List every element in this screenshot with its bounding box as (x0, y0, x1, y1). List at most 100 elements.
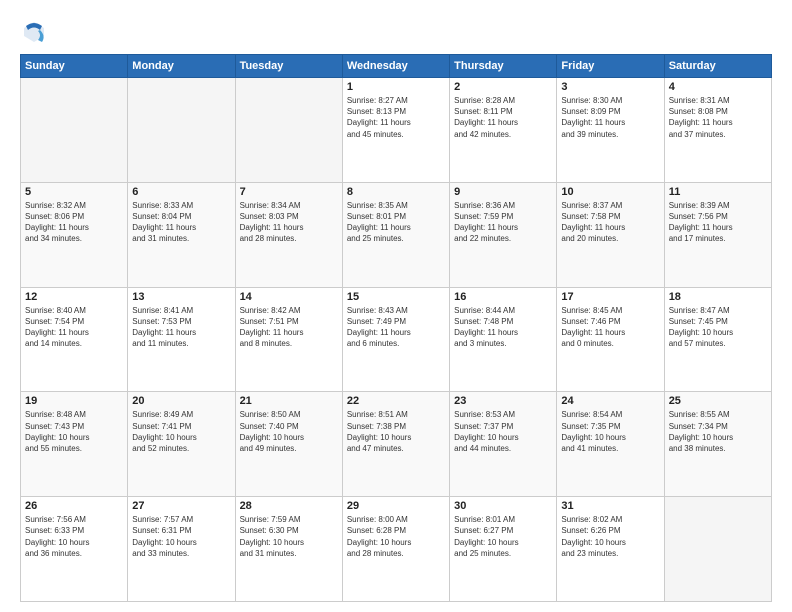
calendar-cell (235, 78, 342, 183)
day-number: 19 (25, 395, 123, 407)
day-number: 5 (25, 186, 123, 198)
day-number: 31 (561, 500, 659, 512)
day-number: 17 (561, 291, 659, 303)
weekday-header-friday: Friday (557, 55, 664, 78)
weekday-header-sunday: Sunday (21, 55, 128, 78)
day-info: Sunrise: 8:43 AM Sunset: 7:49 PM Dayligh… (347, 305, 445, 350)
calendar-cell: 22 Sunrise: 8:51 AM Sunset: 7:38 PM Dayli… (342, 392, 449, 497)
day-number: 14 (240, 291, 338, 303)
day-number: 6 (132, 186, 230, 198)
day-info: Sunrise: 8:50 AM Sunset: 7:40 PM Dayligh… (240, 409, 338, 454)
day-number: 1 (347, 81, 445, 93)
day-info: Sunrise: 8:40 AM Sunset: 7:54 PM Dayligh… (25, 305, 123, 350)
day-info: Sunrise: 8:33 AM Sunset: 8:04 PM Dayligh… (132, 200, 230, 245)
day-info: Sunrise: 8:54 AM Sunset: 7:35 PM Dayligh… (561, 409, 659, 454)
calendar-cell: 2Sunrise: 8:28 AM Sunset: 8:11 PM Daylig… (450, 78, 557, 183)
calendar-cell: 1 Sunrise: 8:27 AM Sunset: 8:13 PM Daylig… (342, 78, 449, 183)
calendar-cell: 3 Sunrise: 8:30 AM Sunset: 8:09 PM Daylig… (557, 78, 664, 183)
day-info: Sunrise: 8:47 AM Sunset: 7:45 PM Dayligh… (669, 305, 767, 350)
day-number: 4 (669, 81, 767, 93)
calendar-cell: 6 Sunrise: 8:33 AM Sunset: 8:04 PM Daylig… (128, 182, 235, 287)
day-info: Sunrise: 8:32 AM Sunset: 8:06 PM Dayligh… (25, 200, 123, 245)
day-number: 24 (561, 395, 659, 407)
header (20, 18, 772, 46)
day-number: 20 (132, 395, 230, 407)
day-number: 18 (669, 291, 767, 303)
calendar-cell: 21 Sunrise: 8:50 AM Sunset: 7:40 PM Dayli… (235, 392, 342, 497)
calendar-cell: 11Sunrise: 8:39 AM Sunset: 7:56 PM Dayli… (664, 182, 771, 287)
calendar-cell: 29Sunrise: 8:00 AM Sunset: 6:28 PM Dayli… (342, 497, 449, 602)
calendar-cell: 15 Sunrise: 8:43 AM Sunset: 7:49 PM Dayli… (342, 287, 449, 392)
calendar-cell: 26Sunrise: 7:56 AM Sunset: 6:33 PM Dayli… (21, 497, 128, 602)
week-row-4: 19 Sunrise: 8:48 AM Sunset: 7:43 PM Dayli… (21, 392, 772, 497)
day-info: Sunrise: 8:00 AM Sunset: 6:28 PM Dayligh… (347, 514, 445, 559)
day-info: Sunrise: 8:48 AM Sunset: 7:43 PM Dayligh… (25, 409, 123, 454)
calendar-cell: 23 Sunrise: 8:53 AM Sunset: 7:37 PM Dayli… (450, 392, 557, 497)
weekday-header-thursday: Thursday (450, 55, 557, 78)
calendar-cell (128, 78, 235, 183)
day-info: Sunrise: 8:41 AM Sunset: 7:53 PM Dayligh… (132, 305, 230, 350)
day-number: 7 (240, 186, 338, 198)
calendar-cell (664, 497, 771, 602)
day-info: Sunrise: 8:45 AM Sunset: 7:46 PM Dayligh… (561, 305, 659, 350)
page: SundayMondayTuesdayWednesdayThursdayFrid… (0, 0, 792, 612)
day-info: Sunrise: 8:02 AM Sunset: 6:26 PM Dayligh… (561, 514, 659, 559)
calendar-cell: 27 Sunrise: 7:57 AM Sunset: 6:31 PM Dayli… (128, 497, 235, 602)
weekday-header-tuesday: Tuesday (235, 55, 342, 78)
day-number: 13 (132, 291, 230, 303)
calendar-cell: 30 Sunrise: 8:01 AM Sunset: 6:27 PM Dayli… (450, 497, 557, 602)
day-info: Sunrise: 8:49 AM Sunset: 7:41 PM Dayligh… (132, 409, 230, 454)
day-info: Sunrise: 8:35 AM Sunset: 8:01 PM Dayligh… (347, 200, 445, 245)
calendar-cell: 20 Sunrise: 8:49 AM Sunset: 7:41 PM Dayli… (128, 392, 235, 497)
day-info: Sunrise: 8:36 AM Sunset: 7:59 PM Dayligh… (454, 200, 552, 245)
calendar-cell: 8 Sunrise: 8:35 AM Sunset: 8:01 PM Daylig… (342, 182, 449, 287)
day-number: 30 (454, 500, 552, 512)
calendar-table: SundayMondayTuesdayWednesdayThursdayFrid… (20, 54, 772, 602)
day-number: 8 (347, 186, 445, 198)
week-row-1: 1 Sunrise: 8:27 AM Sunset: 8:13 PM Daylig… (21, 78, 772, 183)
day-number: 21 (240, 395, 338, 407)
day-number: 28 (240, 500, 338, 512)
calendar-cell: 12 Sunrise: 8:40 AM Sunset: 7:54 PM Dayli… (21, 287, 128, 392)
day-info: Sunrise: 8:30 AM Sunset: 8:09 PM Dayligh… (561, 95, 659, 140)
calendar-cell: 14 Sunrise: 8:42 AM Sunset: 7:51 PM Dayli… (235, 287, 342, 392)
weekday-header-row: SundayMondayTuesdayWednesdayThursdayFrid… (21, 55, 772, 78)
day-number: 3 (561, 81, 659, 93)
week-row-5: 26Sunrise: 7:56 AM Sunset: 6:33 PM Dayli… (21, 497, 772, 602)
day-number: 22 (347, 395, 445, 407)
weekday-header-wednesday: Wednesday (342, 55, 449, 78)
day-number: 10 (561, 186, 659, 198)
calendar-cell: 5 Sunrise: 8:32 AM Sunset: 8:06 PM Daylig… (21, 182, 128, 287)
day-info: Sunrise: 7:56 AM Sunset: 6:33 PM Dayligh… (25, 514, 123, 559)
calendar-cell: 18 Sunrise: 8:47 AM Sunset: 7:45 PM Dayli… (664, 287, 771, 392)
day-info: Sunrise: 8:34 AM Sunset: 8:03 PM Dayligh… (240, 200, 338, 245)
day-info: Sunrise: 8:27 AM Sunset: 8:13 PM Dayligh… (347, 95, 445, 140)
day-number: 12 (25, 291, 123, 303)
week-row-2: 5 Sunrise: 8:32 AM Sunset: 8:06 PM Daylig… (21, 182, 772, 287)
day-info: Sunrise: 7:57 AM Sunset: 6:31 PM Dayligh… (132, 514, 230, 559)
calendar-cell: 13 Sunrise: 8:41 AM Sunset: 7:53 PM Dayli… (128, 287, 235, 392)
weekday-header-saturday: Saturday (664, 55, 771, 78)
calendar-cell: 7 Sunrise: 8:34 AM Sunset: 8:03 PM Daylig… (235, 182, 342, 287)
calendar-cell: 16Sunrise: 8:44 AM Sunset: 7:48 PM Dayli… (450, 287, 557, 392)
day-number: 16 (454, 291, 552, 303)
calendar-cell (21, 78, 128, 183)
day-info: Sunrise: 8:42 AM Sunset: 7:51 PM Dayligh… (240, 305, 338, 350)
calendar-cell: 31 Sunrise: 8:02 AM Sunset: 6:26 PM Dayli… (557, 497, 664, 602)
day-number: 23 (454, 395, 552, 407)
day-info: Sunrise: 8:53 AM Sunset: 7:37 PM Dayligh… (454, 409, 552, 454)
calendar-cell: 19 Sunrise: 8:48 AM Sunset: 7:43 PM Dayli… (21, 392, 128, 497)
day-info: Sunrise: 8:51 AM Sunset: 7:38 PM Dayligh… (347, 409, 445, 454)
day-info: Sunrise: 8:28 AM Sunset: 8:11 PM Dayligh… (454, 95, 552, 140)
calendar-cell: 4Sunrise: 8:31 AM Sunset: 8:08 PM Daylig… (664, 78, 771, 183)
logo (20, 18, 52, 46)
calendar-cell: 17 Sunrise: 8:45 AM Sunset: 7:46 PM Dayli… (557, 287, 664, 392)
calendar-cell: 9 Sunrise: 8:36 AM Sunset: 7:59 PM Daylig… (450, 182, 557, 287)
day-number: 9 (454, 186, 552, 198)
weekday-header-monday: Monday (128, 55, 235, 78)
day-number: 27 (132, 500, 230, 512)
day-number: 15 (347, 291, 445, 303)
day-info: Sunrise: 8:01 AM Sunset: 6:27 PM Dayligh… (454, 514, 552, 559)
calendar-cell: 24 Sunrise: 8:54 AM Sunset: 7:35 PM Dayli… (557, 392, 664, 497)
calendar-cell: 25Sunrise: 8:55 AM Sunset: 7:34 PM Dayli… (664, 392, 771, 497)
